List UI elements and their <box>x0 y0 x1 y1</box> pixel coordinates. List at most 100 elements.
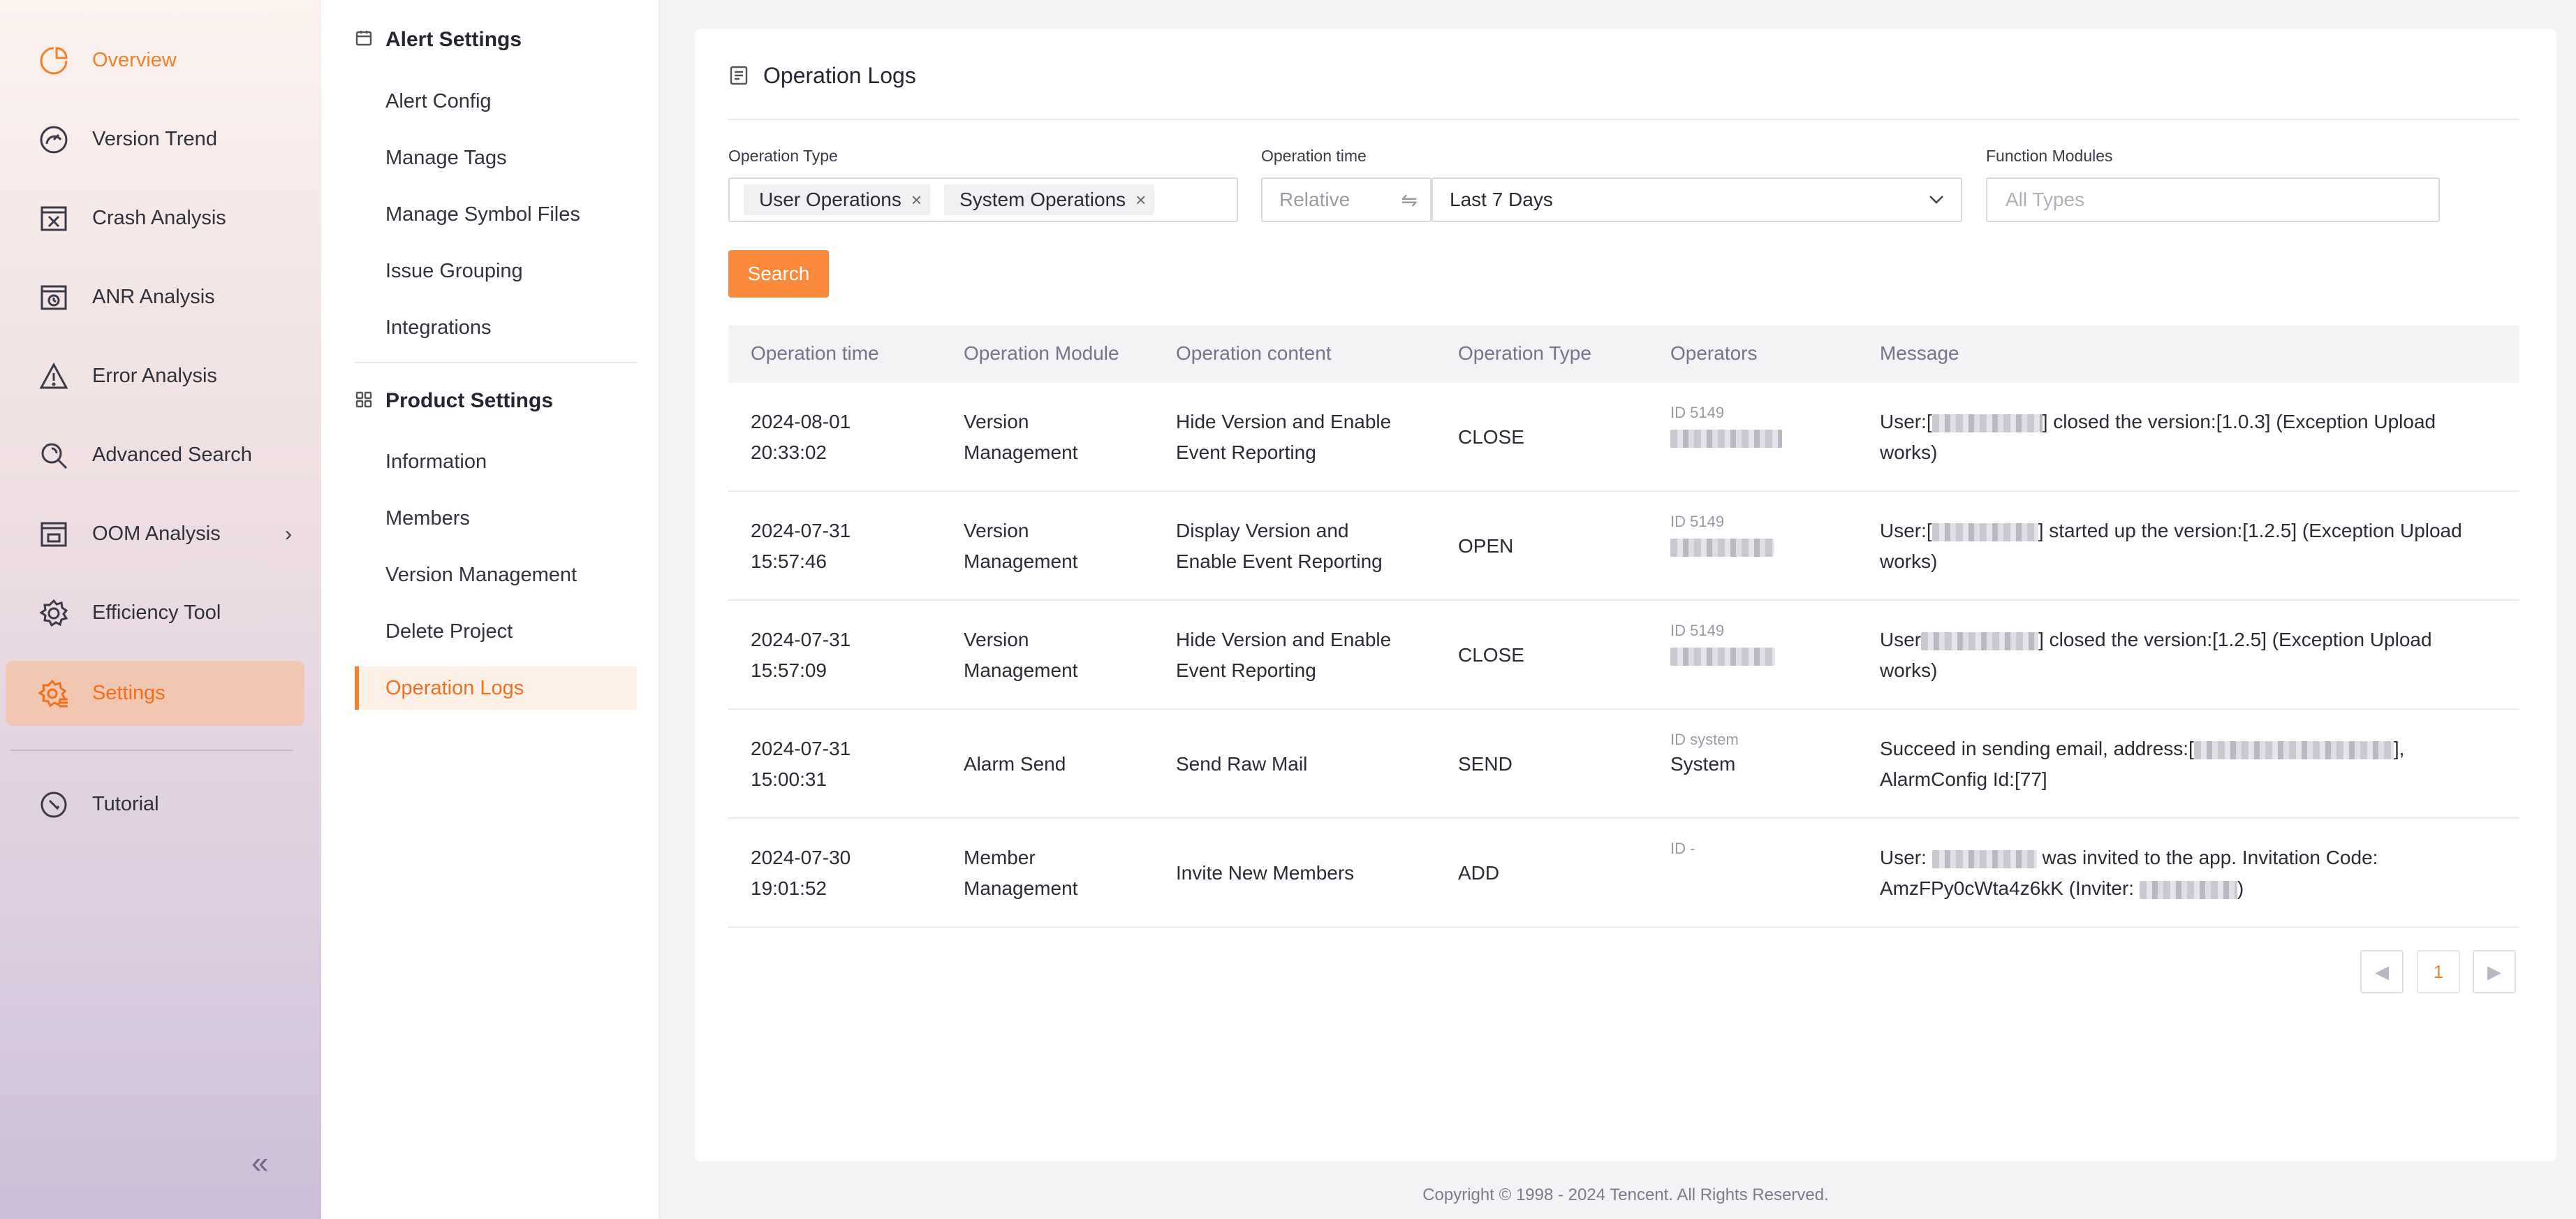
nav-item-label: Tutorial <box>92 793 159 815</box>
gear-icon <box>36 596 71 631</box>
tutorial-icon <box>36 787 71 822</box>
cell-operation-content: Invite New Members <box>1176 862 1355 884</box>
nav-item-label: Overview <box>92 49 177 71</box>
product-settings-icon <box>355 390 376 411</box>
header-message: Message <box>1880 342 1959 364</box>
table-row: 2024-07-31 15:00:31 Alarm Send Send Raw M… <box>728 710 2519 819</box>
table-row: 2024-07-30 19:01:52 Member Management Invi… <box>728 819 2519 928</box>
cell-operation-module: Version Management <box>964 520 1078 572</box>
collapse-sidebar-icon[interactable]: « <box>251 1146 268 1181</box>
log-icon <box>728 65 751 87</box>
submenu-item-manage-tags[interactable]: Manage Tags <box>355 136 637 180</box>
submenu-item-integrations[interactable]: Integrations <box>355 306 637 349</box>
nav-item-crash-analysis[interactable]: Crash Analysis <box>6 186 304 251</box>
redacted-user <box>1931 523 2038 541</box>
function-modules-label: Function Modules <box>1986 147 2113 165</box>
redacted-inviter <box>2139 880 2237 899</box>
nav-item-settings[interactable]: Settings <box>6 661 304 726</box>
nav-item-overview[interactable]: Overview <box>6 28 304 93</box>
relative-label: Relative <box>1279 189 1350 210</box>
submenu-item-issue-grouping[interactable]: Issue Grouping <box>355 249 637 293</box>
cell-operation-module: Version Management <box>964 629 1078 681</box>
warning-icon <box>36 359 71 394</box>
nav-item-efficiency-tool[interactable]: Efficiency Tool <box>6 581 304 645</box>
title-divider <box>728 119 2519 120</box>
submenu-item-information[interactable]: Information <box>355 440 637 483</box>
operator-id: ID 5149 <box>1670 513 1725 530</box>
nav-item-version-trend[interactable]: Version Trend <box>6 107 304 172</box>
cell-message: User:[] closed the version:[1.0.3] (Exce… <box>1880 411 2436 463</box>
operator-name-redacted <box>1670 535 1774 557</box>
function-modules-placeholder: All Types <box>2005 189 2085 210</box>
page-title: Operation Logs <box>728 63 916 89</box>
header-operation-type: Operation Type <box>1458 342 1591 364</box>
search-button[interactable]: Search <box>728 250 829 298</box>
operation-logs-table: Operation time Operation Module Operatio… <box>728 326 2519 928</box>
settings-icon <box>36 676 71 711</box>
settings-submenu: Alert Settings Alert Config Manage Tags … <box>321 0 660 1219</box>
nav-item-label: OOM Analysis <box>92 523 221 545</box>
close-icon[interactable]: × <box>1135 189 1146 211</box>
cell-operation-content: Display Version and Enable Event Reportin… <box>1176 520 1383 572</box>
submenu-item-delete-project[interactable]: Delete Project <box>355 610 637 653</box>
time-range-value: Last 7 Days <box>1450 189 1553 210</box>
nav-item-label: Efficiency Tool <box>92 601 221 624</box>
operation-time-label: Operation time <box>1261 147 1367 165</box>
prev-page-button[interactable]: ◀ <box>2360 950 2404 993</box>
redacted-user <box>1921 632 2039 650</box>
operator-id: ID - <box>1670 840 1695 857</box>
chevron-right-icon[interactable]: › <box>285 523 292 546</box>
tag-user-operations: User Operations × <box>744 184 931 215</box>
copyright-footer: Copyright © 1998 - 2024 Tencent. All Rig… <box>1422 1185 1829 1204</box>
nav-item-label: ANR Analysis <box>92 286 215 308</box>
function-modules-select[interactable]: All Types <box>1986 177 2440 222</box>
next-page-button[interactable]: ▶ <box>2473 950 2516 993</box>
cell-operation-time: 2024-07-31 15:57:09 <box>751 629 851 681</box>
table-header: Operation time Operation Module Operatio… <box>728 326 2519 383</box>
nav-item-anr-analysis[interactable]: ANR Analysis <box>6 265 304 330</box>
nav-item-advanced-search[interactable]: Advanced Search <box>6 423 304 488</box>
search-icon <box>36 438 71 473</box>
cell-message: User:[] started up the version:[1.2.5] (… <box>1880 520 2462 572</box>
operator-id: ID system <box>1670 731 1739 748</box>
alert-settings-heading: Alert Settings <box>355 28 522 52</box>
table-row: 2024-07-31 15:57:46 Version Management Dis… <box>728 492 2519 601</box>
crash-analysis-icon <box>36 201 71 236</box>
redacted-email <box>2193 740 2394 759</box>
submenu-item-members[interactable]: Members <box>355 497 637 540</box>
nav-item-tutorial[interactable]: Tutorial <box>6 772 304 837</box>
cell-operation-content: Hide Version and Enable Event Reporting <box>1176 629 1392 681</box>
cell-operation-time: 2024-07-31 15:57:46 <box>751 520 851 572</box>
close-icon[interactable]: × <box>911 189 922 211</box>
operation-type-select[interactable]: User Operations × System Operations × <box>728 177 1238 222</box>
relative-toggle[interactable]: Relative ⇋ <box>1261 177 1431 222</box>
caret-right-icon: ▶ <box>2487 961 2501 982</box>
submenu-divider <box>355 362 637 363</box>
header-operation-time: Operation time <box>751 342 879 364</box>
table-row: 2024-08-01 20:33:02 Version Management Hid… <box>728 383 2519 492</box>
cell-operation-time: 2024-08-01 20:33:02 <box>751 411 851 463</box>
version-trend-icon <box>36 122 71 157</box>
operation-logs-card: Operation Logs Operation Type User Opera… <box>695 29 2556 1161</box>
nav-item-oom-analysis[interactable]: OOM Analysis › <box>6 502 304 567</box>
cell-operation-type: ADD <box>1458 862 1500 884</box>
nav-item-label: Error Analysis <box>92 365 217 387</box>
chevron-down-icon <box>1929 196 1943 204</box>
cell-operation-content: Send Raw Mail <box>1176 753 1308 775</box>
tag-system-operations: System Operations × <box>944 184 1155 215</box>
submenu-item-operation-logs[interactable]: Operation Logs <box>355 666 637 710</box>
nav-divider <box>10 750 293 751</box>
submenu-item-version-management[interactable]: Version Management <box>355 553 637 597</box>
cell-message: Succeed in sending email, address:[], Al… <box>1880 738 2405 790</box>
nav-item-label: Advanced Search <box>92 444 252 466</box>
anr-analysis-icon <box>36 280 71 315</box>
nav-item-error-analysis[interactable]: Error Analysis <box>6 344 304 409</box>
operator-id: ID 5149 <box>1670 622 1725 639</box>
operator-name-redacted <box>1670 426 1782 448</box>
header-operation-content: Operation content <box>1176 342 1332 364</box>
submenu-item-alert-config[interactable]: Alert Config <box>355 80 637 123</box>
product-settings-heading: Product Settings <box>355 389 553 413</box>
page-button-current[interactable]: 1 <box>2417 950 2460 993</box>
time-range-select[interactable]: Last 7 Days <box>1431 177 1962 222</box>
submenu-item-manage-symbol-files[interactable]: Manage Symbol Files <box>355 193 637 236</box>
